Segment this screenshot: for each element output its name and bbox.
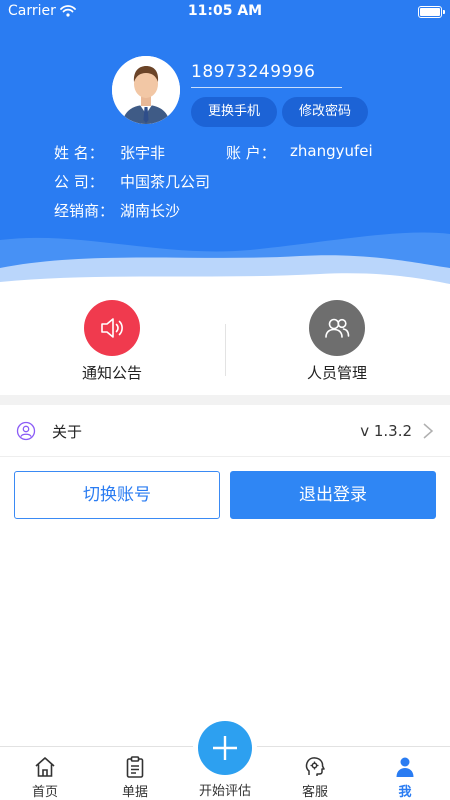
start-evaluation-label: 开始评估 (198, 784, 251, 799)
speaker-icon (101, 318, 123, 338)
tab-documents[interactable]: 单据 (90, 747, 180, 800)
quick-actions: 通知公告 人员管理 (0, 300, 450, 395)
switch-account-button[interactable]: 切换账号 (14, 471, 220, 519)
notice-label: 通知公告 (81, 364, 142, 382)
dealer-label: 经销商： (54, 202, 115, 220)
tab-home-label: 首页 (31, 785, 58, 800)
logout-button[interactable]: 退出登录 (230, 471, 436, 519)
name-value: 张宇非 (120, 144, 166, 162)
section-gap (0, 395, 450, 405)
quick-actions-divider (225, 324, 226, 376)
tab-customer-service-label: 客服 (301, 785, 328, 800)
change-phone-button[interactable]: 更换手机 (191, 97, 277, 127)
header-wave-decoration (0, 232, 450, 300)
tab-documents-label: 单据 (121, 785, 148, 800)
customer-service-icon (305, 757, 325, 776)
account-label: 账 户： (226, 144, 276, 162)
tab-me[interactable]: 我 (360, 747, 450, 800)
tab-customer-service[interactable]: 客服 (270, 747, 360, 800)
notice-circle (84, 300, 140, 356)
person-icon (396, 757, 414, 777)
user-portrait-icon (112, 56, 180, 124)
phone-number: 18973249996 (191, 62, 342, 88)
tab-home[interactable]: 首页 (0, 747, 90, 800)
about-user-icon (16, 421, 36, 441)
about-label: 关于 (52, 423, 83, 441)
status-time: 11:05 AM (187, 3, 263, 19)
account-value: zhangyufei (290, 142, 373, 160)
plus-icon (213, 736, 237, 760)
avatar[interactable] (112, 56, 180, 124)
name-label: 姓 名： (54, 144, 104, 162)
start-evaluation-button[interactable] (198, 721, 252, 775)
notice-button[interactable]: 通知公告 (47, 300, 177, 383)
tab-me-label: 我 (398, 785, 412, 800)
company-value: 中国茶几公司 (120, 173, 211, 191)
dealer-value: 湖南长沙 (120, 202, 181, 220)
company-label: 公 司： (54, 173, 104, 191)
about-row[interactable]: 关于 v 1.3.2 (0, 405, 450, 457)
users-icon (325, 318, 350, 338)
profile-header: Carrier 11:05 AM 18973249996 更换手机 修改密码 姓… (0, 0, 450, 300)
staff-management-label: 人员管理 (306, 364, 367, 382)
chevron-right-icon (423, 423, 434, 439)
clipboard-icon (126, 756, 144, 778)
app-version: v 1.3.2 (360, 422, 412, 440)
staff-management-button[interactable]: 人员管理 (272, 300, 402, 383)
status-bar: Carrier 11:05 AM (0, 0, 450, 24)
battery-icon (418, 6, 445, 18)
change-password-button[interactable]: 修改密码 (282, 97, 368, 127)
home-icon (35, 757, 55, 777)
staff-circle (309, 300, 365, 356)
